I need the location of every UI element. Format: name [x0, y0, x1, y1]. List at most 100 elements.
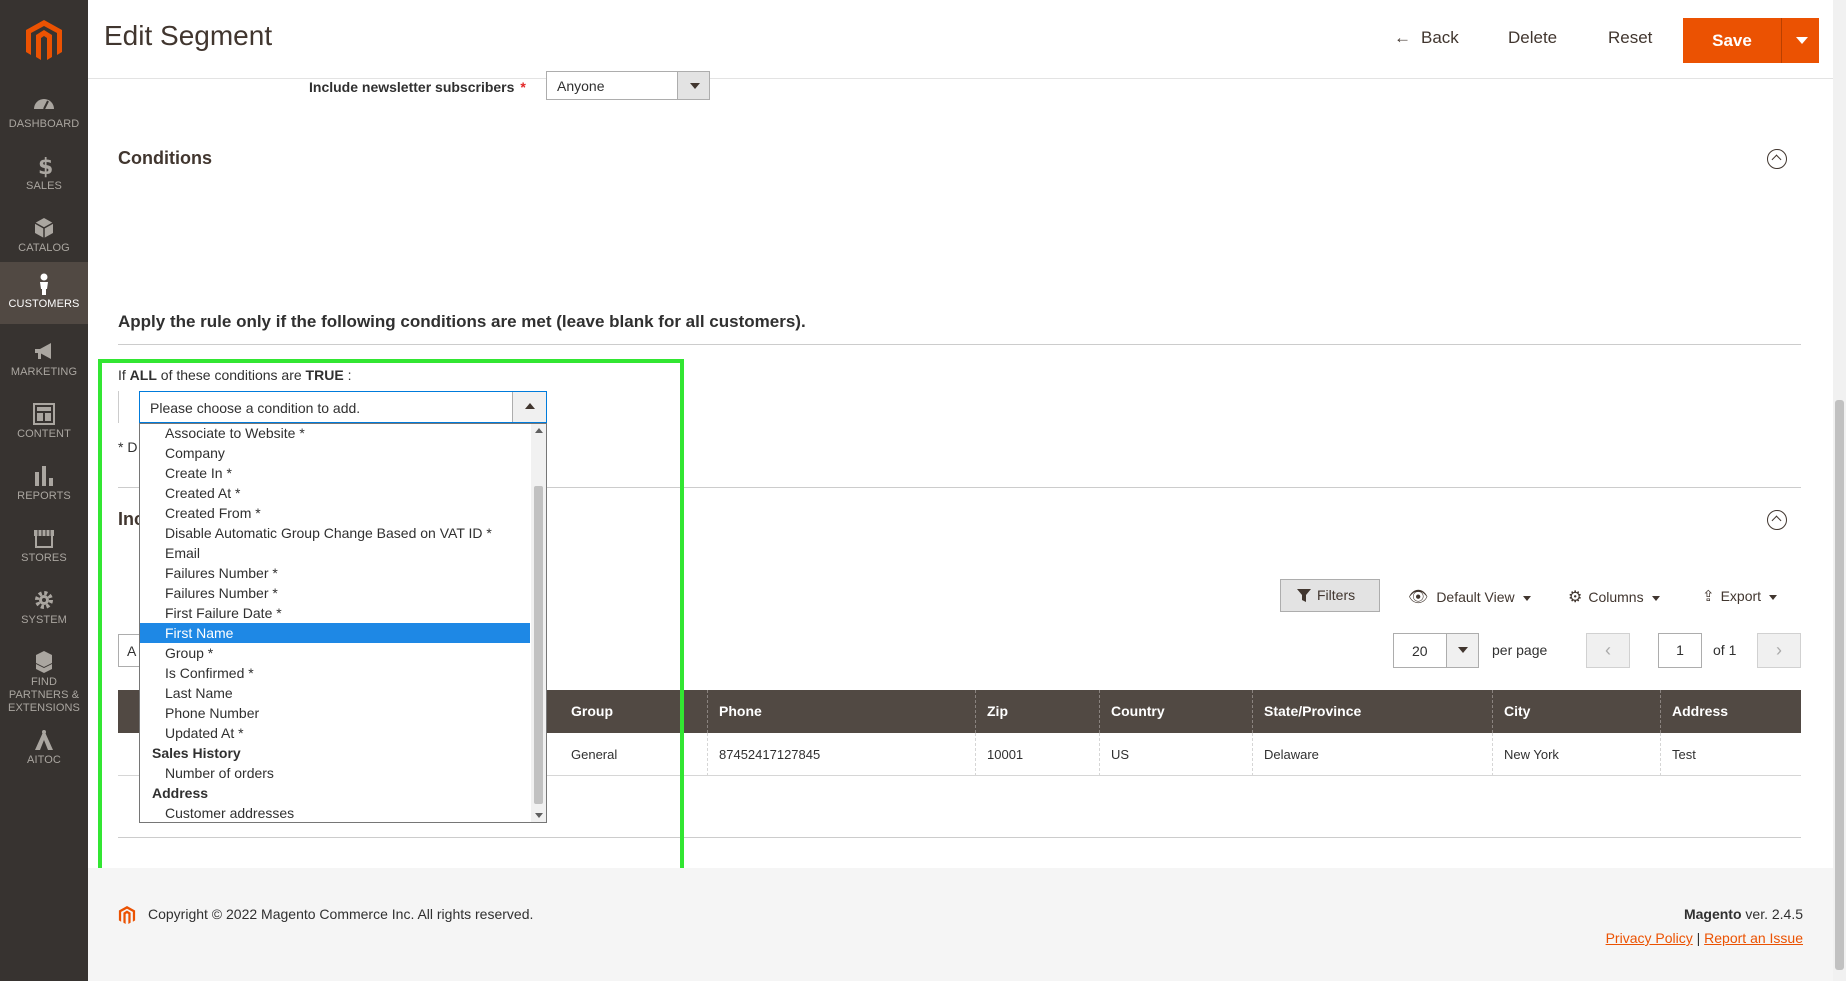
column-header-phone[interactable]: Phone [707, 690, 975, 733]
report-issue-link[interactable]: Report an Issue [1704, 930, 1803, 946]
scrollbar-thumb[interactable] [1835, 400, 1844, 970]
aggregator-link[interactable]: ALL [130, 367, 157, 383]
condition-option[interactable]: Disable Automatic Group Change Based on … [140, 523, 530, 543]
grid-header: Group Phone Zip Country State/Province C… [560, 690, 1801, 733]
condition-option[interactable]: Email [140, 543, 530, 563]
reset-button[interactable]: Reset [1608, 28, 1652, 48]
sidebar-item-reports[interactable]: REPORTS [0, 454, 88, 516]
condition-option[interactable]: Failures Number * [140, 583, 530, 603]
sidebar-item-label: CUSTOMERS [8, 298, 80, 310]
per-page-select[interactable]: 20 [1393, 633, 1479, 668]
page-number-input[interactable]: 1 [1658, 633, 1702, 668]
sidebar-item-label: CONTENT [17, 428, 71, 440]
copyright-text: Copyright © 2022 Magento Commerce Inc. A… [148, 906, 534, 922]
add-condition-placeholder: Please choose a condition to add. [150, 400, 361, 416]
scroll-up-icon[interactable] [535, 428, 543, 433]
sidebar-item-label: FIND PARTNERS & EXTENSIONS [8, 676, 80, 714]
column-header-zip[interactable]: Zip [975, 690, 1099, 733]
condition-combinator: If ALL of these conditions are TRUE : [118, 367, 352, 383]
condition-option[interactable]: Failures Number * [140, 563, 530, 583]
condition-option[interactable]: Associate to Website * [140, 424, 530, 443]
back-button[interactable]: ← Back [1394, 28, 1459, 48]
sidebar-item-dashboard[interactable]: DASHBOARD [0, 82, 88, 144]
table-row[interactable]: General 87452417127845 10001 US Delaware… [560, 733, 1801, 776]
condition-option[interactable]: First Name [140, 623, 530, 643]
condition-option[interactable]: Group * [140, 643, 530, 663]
privacy-policy-link[interactable]: Privacy Policy [1606, 930, 1693, 946]
scrollbar-thumb[interactable] [534, 486, 543, 804]
sidebar-item-label: CATALOG [18, 242, 70, 254]
condition-options-list[interactable]: Customer addresses Address Number of order… [139, 423, 547, 823]
condition-option[interactable]: First Failure Date * [140, 603, 530, 623]
column-header-city[interactable]: City [1492, 690, 1660, 733]
per-page-value: 20 [1412, 643, 1428, 659]
sidebar-item-catalog[interactable]: CATALOG [0, 206, 88, 268]
column-header-state[interactable]: State/Province [1252, 690, 1492, 733]
condition-option[interactable]: Last Name [140, 683, 530, 703]
cell-state: Delaware [1252, 733, 1492, 776]
layout-icon [33, 403, 55, 425]
default-view-dropdown[interactable]: 👁 Default View [1408, 587, 1531, 607]
sidebar-item-system[interactable]: SYSTEM [0, 578, 88, 640]
cell-group: General [571, 747, 618, 762]
newsletter-select[interactable]: Anyone [546, 71, 710, 100]
page-header: Edit Segment ← Back Delete Reset Save [88, 0, 1846, 79]
scroll-down-icon[interactable] [535, 813, 543, 818]
magento-logo-icon[interactable] [24, 18, 64, 62]
sidebar-item-customers[interactable]: CUSTOMERS [0, 262, 88, 324]
store-icon [34, 530, 54, 548]
dollar-icon: $ [38, 155, 53, 178]
gear-icon [35, 591, 53, 609]
previous-page-button[interactable]: ‹ [1586, 633, 1630, 668]
condition-note: * D [118, 439, 138, 455]
column-header-country[interactable]: Country [1099, 690, 1252, 733]
conditions-section-title[interactable]: Conditions [118, 148, 212, 169]
collapse-icon[interactable] [1767, 149, 1787, 169]
select-arrow-icon [1446, 634, 1478, 667]
filters-button[interactable]: Filters [1280, 579, 1380, 612]
magento-logo-icon [118, 906, 136, 924]
sidebar-item-marketing[interactable]: MARKETING [0, 330, 88, 392]
condition-option[interactable]: Customer addresses [140, 803, 530, 822]
column-header-group[interactable]: Group [560, 690, 707, 733]
collapse-icon[interactable] [1767, 510, 1787, 530]
cell-city: New York [1492, 733, 1660, 776]
page-scrollbar[interactable] [1833, 0, 1846, 981]
add-condition-select[interactable]: Please choose a condition to add. [139, 391, 547, 423]
svg-text:$: $ [38, 155, 53, 178]
sidebar-item-sales[interactable]: $ SALES [0, 144, 88, 206]
save-options-toggle[interactable] [1781, 18, 1819, 63]
sidebar-item-label: REPORTS [17, 490, 71, 502]
export-dropdown[interactable]: ⇪ Export [1702, 587, 1778, 605]
footer-links: Privacy Policy | Report an Issue [1605, 930, 1803, 946]
save-button[interactable]: Save [1683, 18, 1781, 63]
condition-option[interactable]: Company [140, 443, 530, 463]
version-text: Magento ver. 2.4.5 [1683, 906, 1803, 922]
value-link[interactable]: TRUE [306, 367, 344, 383]
column-header-address[interactable]: Address [1660, 690, 1801, 733]
newsletter-select-value: Anyone [557, 78, 605, 94]
columns-dropdown[interactable]: ⚙ Columns [1568, 587, 1660, 607]
dropdown-scrollbar[interactable] [531, 424, 546, 822]
condition-option[interactable]: Updated At * [140, 723, 530, 743]
condition-option[interactable]: Created At * [140, 483, 530, 503]
cell-address: Test [1660, 733, 1801, 776]
next-page-button[interactable]: › [1757, 633, 1801, 668]
bar-chart-icon [35, 466, 53, 486]
sidebar-item-find-partners[interactable]: FIND PARTNERS & EXTENSIONS [0, 640, 88, 716]
condition-option[interactable]: Phone Number [140, 703, 530, 723]
box-icon [34, 218, 54, 238]
page-count: of 1 [1713, 642, 1737, 658]
sidebar-item-stores[interactable]: STORES [0, 516, 88, 578]
delete-button[interactable]: Delete [1508, 28, 1557, 48]
condition-option[interactable]: Is Confirmed * [140, 663, 530, 683]
sidebar-item-aitoc[interactable]: AITOC [0, 718, 88, 780]
condition-option[interactable]: Number of orders [140, 763, 530, 783]
cubes-icon [36, 651, 52, 673]
divider [118, 344, 1801, 345]
sidebar-item-content[interactable]: CONTENT [0, 392, 88, 454]
condition-option[interactable]: Create In * [140, 463, 530, 483]
page-title: Edit Segment [104, 20, 273, 51]
condition-option[interactable]: Created From * [140, 503, 530, 523]
page-footer: Copyright © 2022 Magento Commerce Inc. A… [88, 868, 1833, 981]
